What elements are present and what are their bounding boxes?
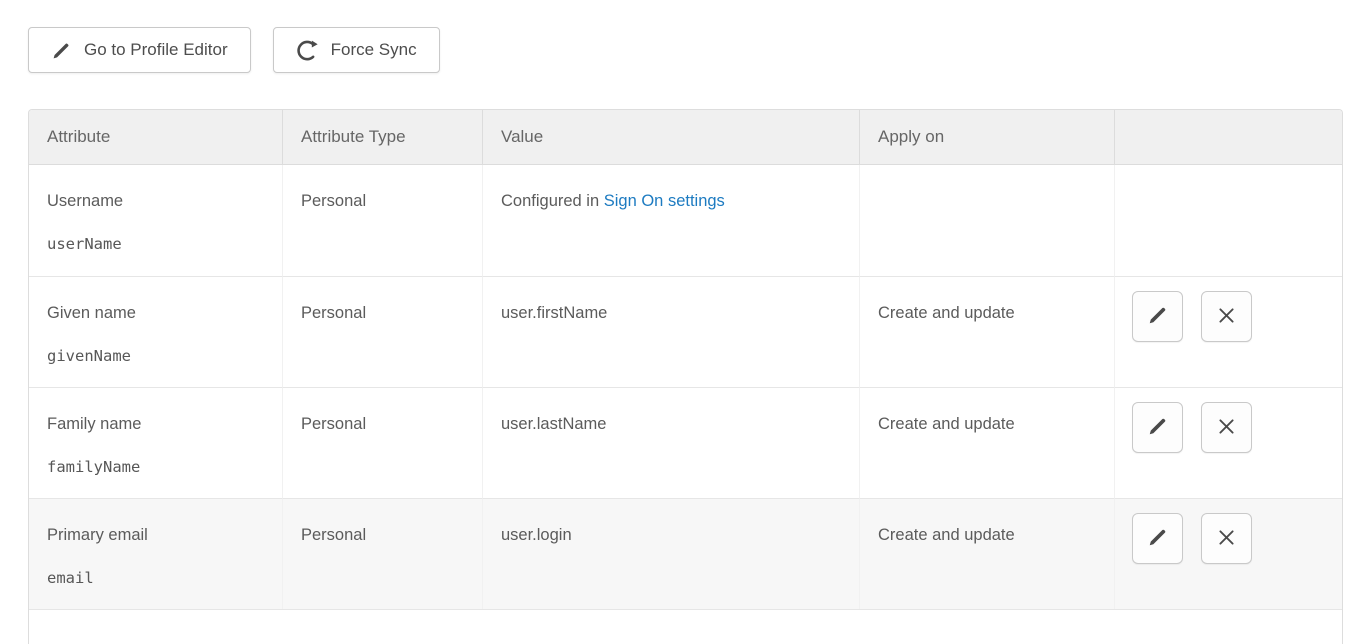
apply-on-cell (859, 165, 1114, 276)
delete-attribute-button[interactable] (1201, 513, 1252, 564)
attribute-label: Given name (47, 304, 136, 322)
header-attribute-type: Attribute Type (282, 110, 482, 165)
actions-cell (1114, 498, 1342, 609)
attribute-variable: email (47, 569, 264, 587)
value-cell: user.lastName (482, 387, 859, 498)
attribute-variable: userName (47, 235, 264, 253)
apply-on-cell: Create and update (859, 498, 1114, 609)
value-cell: user.firstName (482, 276, 859, 387)
table-row-family-name: Family name familyName Personal user.las… (29, 387, 1342, 498)
table-row-given-name: Given name givenName Personal user.first… (29, 276, 1342, 387)
attribute-type-cell: Personal (282, 165, 482, 276)
force-sync-label: Force Sync (331, 40, 417, 60)
attribute-cell: Primary email email (29, 498, 282, 609)
header-actions (1114, 110, 1342, 165)
go-to-profile-editor-label: Go to Profile Editor (84, 40, 228, 60)
attribute-variable: familyName (47, 458, 264, 476)
pencil-icon (1147, 526, 1169, 551)
actions-cell (1114, 387, 1342, 498)
toolbar: Go to Profile Editor Force Sync (28, 27, 1343, 73)
attribute-type-cell: Personal (282, 276, 482, 387)
value-prefix: Configured in (501, 192, 604, 210)
row-actions (1132, 402, 1342, 453)
attribute-mappings-page: Go to Profile Editor Force Sync Attribut… (0, 0, 1370, 644)
attribute-cell: Username userName (29, 165, 282, 276)
attribute-label: Family name (47, 415, 141, 433)
row-actions (1132, 291, 1342, 342)
apply-on-cell: Create and update (859, 276, 1114, 387)
actions-cell (1114, 165, 1342, 276)
attribute-type-cell: Personal (282, 498, 482, 609)
delete-attribute-button[interactable] (1201, 402, 1252, 453)
delete-attribute-button[interactable] (1201, 291, 1252, 342)
header-attribute: Attribute (29, 110, 282, 165)
table-header-row: Attribute Attribute Type Value Apply on (29, 110, 1342, 165)
attribute-cell: Given name givenName (29, 276, 282, 387)
close-icon (1216, 416, 1237, 440)
table-row-primary-email: Primary email email Personal user.login … (29, 498, 1342, 609)
pencil-icon (1147, 415, 1169, 440)
force-sync-button[interactable]: Force Sync (273, 27, 440, 73)
attribute-type-cell: Personal (282, 387, 482, 498)
attribute-variable: givenName (47, 347, 264, 365)
edit-attribute-button[interactable] (1132, 513, 1183, 564)
attribute-mappings-table: Attribute Attribute Type Value Apply on … (28, 109, 1343, 644)
apply-on-cell: Create and update (859, 387, 1114, 498)
go-to-profile-editor-button[interactable]: Go to Profile Editor (28, 27, 251, 73)
row-actions (1132, 513, 1342, 564)
table-row-partial (29, 609, 1342, 644)
attribute-label: Primary email (47, 526, 148, 544)
close-icon (1216, 305, 1237, 329)
actions-cell (1114, 276, 1342, 387)
value-cell: Configured in Sign On settings (482, 165, 859, 276)
edit-attribute-button[interactable] (1132, 402, 1183, 453)
header-value: Value (482, 110, 859, 165)
edit-attribute-button[interactable] (1132, 291, 1183, 342)
refresh-icon (296, 39, 319, 62)
attribute-label: Username (47, 192, 123, 210)
header-apply-on: Apply on (859, 110, 1114, 165)
pencil-icon (1147, 304, 1169, 329)
sign-on-settings-link[interactable]: Sign On settings (604, 192, 725, 210)
value-cell: user.login (482, 498, 859, 609)
partial-row-cell (29, 609, 1342, 644)
close-icon (1216, 527, 1237, 551)
table-row-username: Username userName Personal Configured in… (29, 165, 1342, 276)
pencil-icon (51, 40, 72, 61)
attribute-cell: Family name familyName (29, 387, 282, 498)
